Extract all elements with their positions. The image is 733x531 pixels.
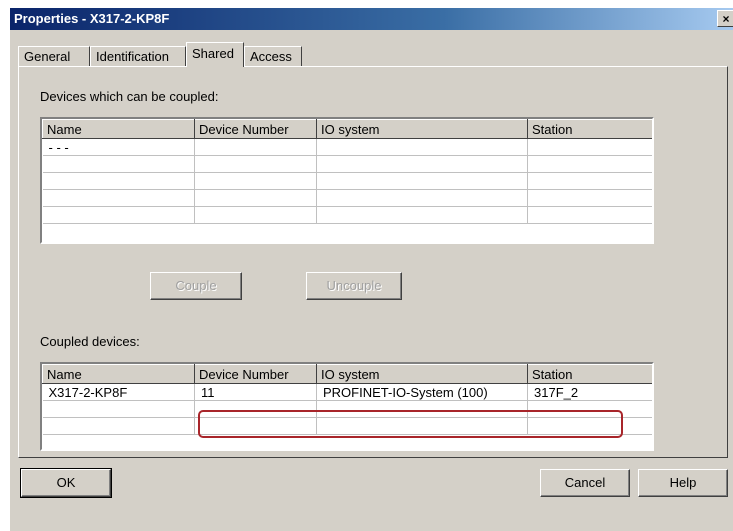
column-header-station[interactable]: Station <box>527 364 652 384</box>
table-cell <box>316 172 528 190</box>
table-row[interactable] <box>42 189 652 207</box>
table-cell <box>42 417 195 435</box>
table-cell <box>316 138 528 156</box>
cancel-button[interactable]: Cancel <box>540 469 630 497</box>
title-bar: Properties - X317-2-KP8F × <box>10 8 733 30</box>
table-row[interactable] <box>42 155 652 173</box>
table-cell <box>194 400 317 418</box>
table-cell <box>42 206 195 224</box>
column-header-name[interactable]: Name <box>42 364 195 384</box>
table-cell <box>527 138 652 156</box>
table-cell <box>194 189 317 207</box>
table-cell <box>194 138 317 156</box>
table-cell: - - - <box>42 138 195 156</box>
table-cell <box>527 172 652 190</box>
table-cell <box>42 400 195 418</box>
table-cell <box>527 417 652 435</box>
column-header-device-number[interactable]: Device Number <box>194 119 317 139</box>
table-cell <box>194 155 317 173</box>
table-row[interactable]: - - - <box>42 138 652 156</box>
table-cell <box>527 400 652 418</box>
table-row[interactable] <box>42 206 652 224</box>
column-header-io-system[interactable]: IO system <box>316 119 528 139</box>
table-row[interactable]: X317-2-KP8F 11 PROFINET-IO-System (100) … <box>42 383 652 401</box>
table-cell <box>316 189 528 207</box>
table-cell <box>194 206 317 224</box>
table-cell <box>194 172 317 190</box>
coupled-devices-table[interactable]: Name Device Number IO system Station X31… <box>40 362 654 451</box>
table-row[interactable] <box>42 400 652 418</box>
devices-can-couple-label: Devices which can be coupled: <box>40 89 219 104</box>
close-icon[interactable]: × <box>717 10 733 27</box>
table-cell: PROFINET-IO-System (100) <box>316 383 528 401</box>
table-cell: 317F_2 <box>527 383 652 401</box>
tab-general[interactable]: General <box>18 46 90 66</box>
help-button[interactable]: Help <box>638 469 728 497</box>
shared-panel: Devices which can be coupled: Name Devic… <box>18 66 728 458</box>
table-cell <box>194 417 317 435</box>
couplable-devices-table[interactable]: Name Device Number IO system Station - -… <box>40 117 654 244</box>
table-cell: 11 <box>194 383 317 401</box>
table-row[interactable] <box>42 172 652 190</box>
table-row[interactable] <box>42 417 652 435</box>
table-cell <box>527 189 652 207</box>
uncouple-button[interactable]: Uncouple <box>306 272 402 300</box>
properties-dialog: General Identification Shared Access Dev… <box>10 30 733 531</box>
table-cell <box>316 417 528 435</box>
tab-access[interactable]: Access <box>244 46 302 66</box>
couple-button[interactable]: Couple <box>150 272 242 300</box>
table-cell <box>42 155 195 173</box>
tab-identification[interactable]: Identification <box>90 46 186 66</box>
table-cell <box>527 206 652 224</box>
column-header-device-number[interactable]: Device Number <box>194 364 317 384</box>
table-cell <box>316 206 528 224</box>
column-header-station[interactable]: Station <box>527 119 652 139</box>
table-cell <box>316 155 528 173</box>
table-cell <box>527 155 652 173</box>
tab-shared[interactable]: Shared <box>186 42 244 67</box>
window-title: Properties - X317-2-KP8F <box>14 11 170 26</box>
table-cell <box>42 189 195 207</box>
column-header-name[interactable]: Name <box>42 119 195 139</box>
coupled-devices-label: Coupled devices: <box>40 334 140 349</box>
column-header-io-system[interactable]: IO system <box>316 364 528 384</box>
table-cell <box>42 172 195 190</box>
table-cell: X317-2-KP8F <box>42 383 195 401</box>
table-cell <box>316 400 528 418</box>
ok-button[interactable]: OK <box>20 468 112 498</box>
